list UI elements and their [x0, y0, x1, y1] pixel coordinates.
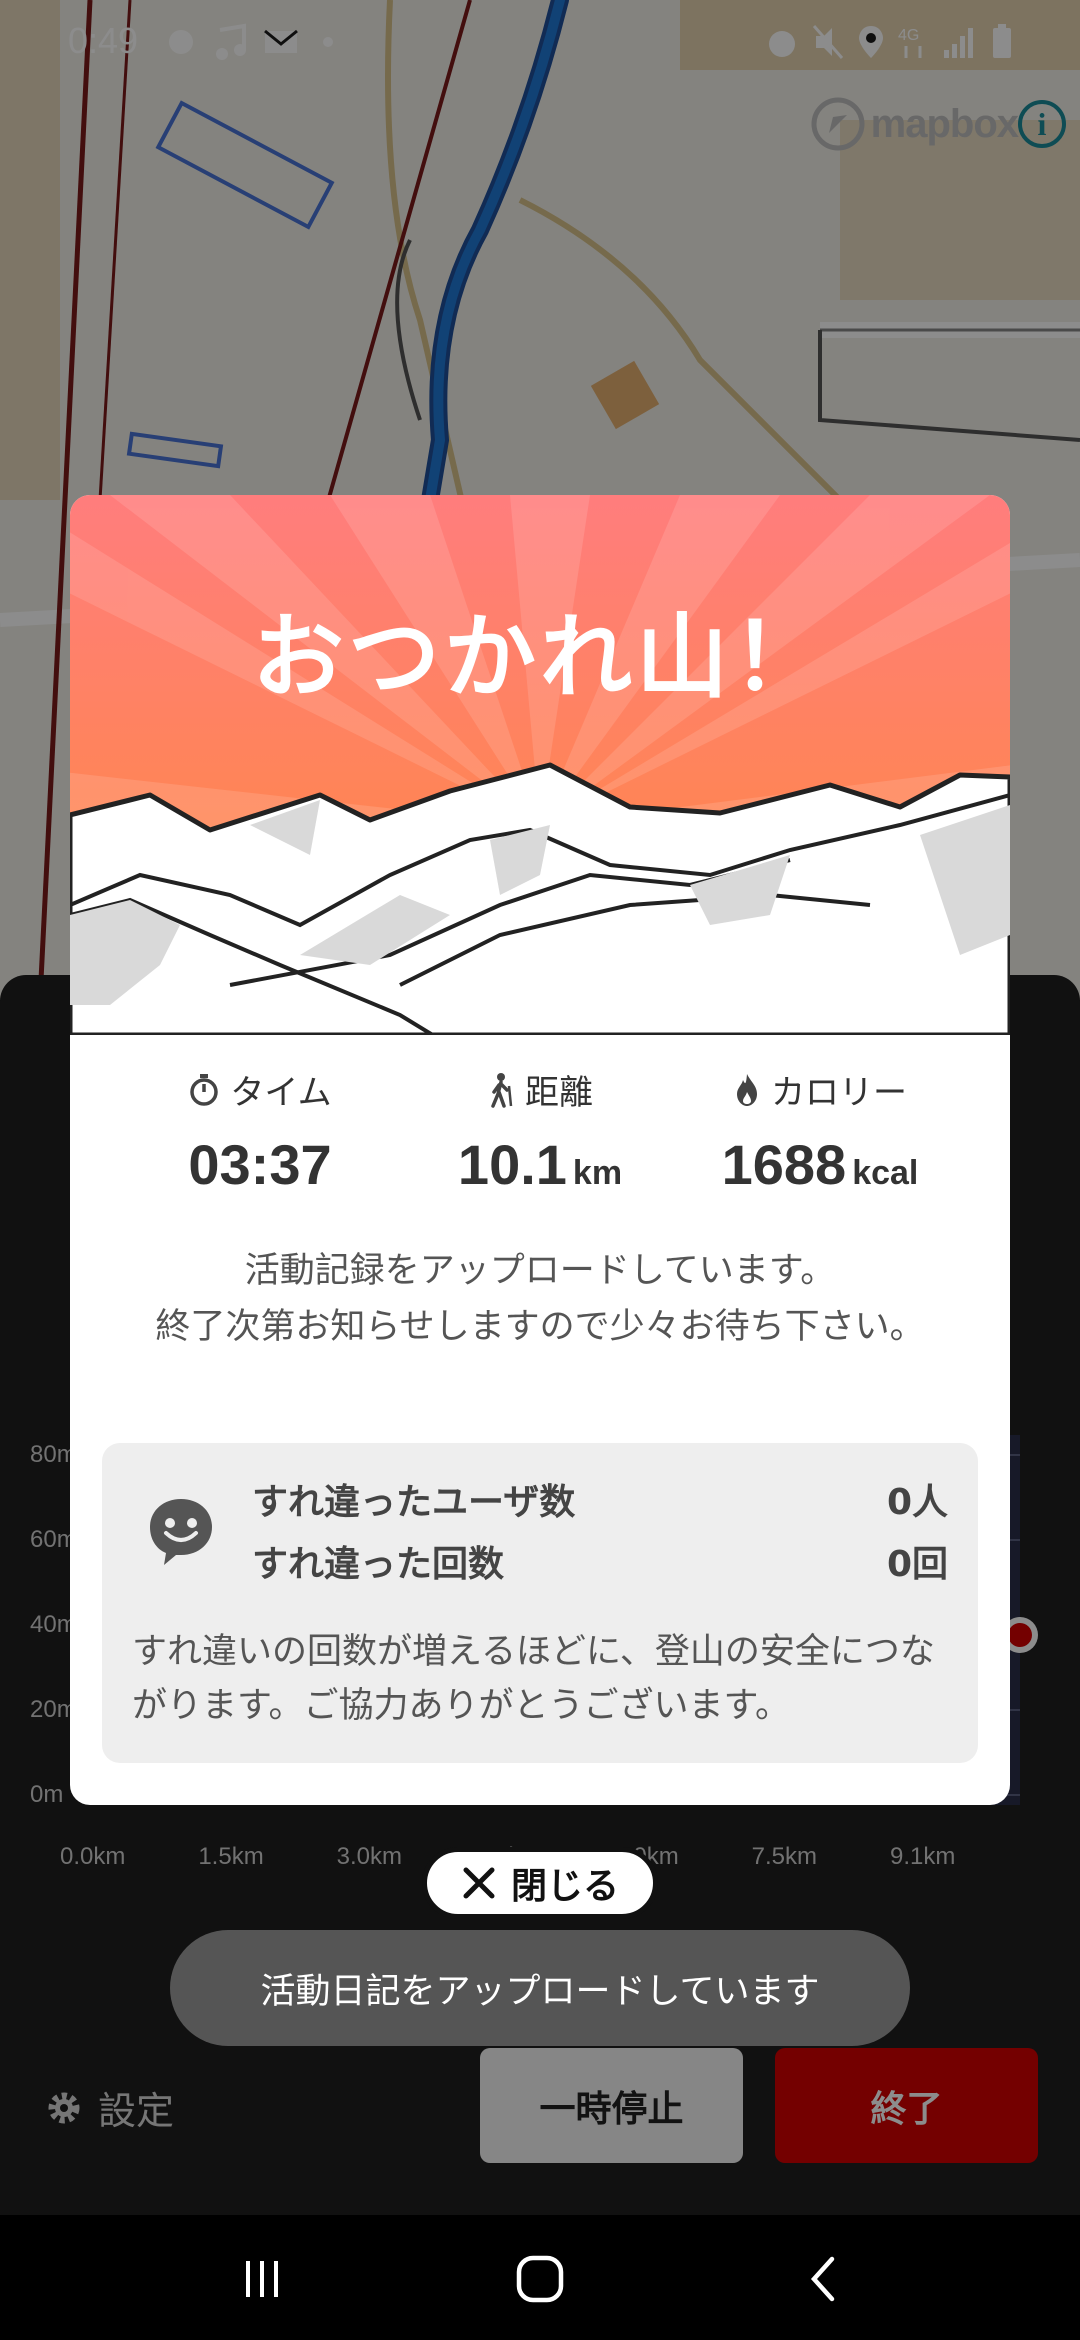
encounter-users-label: すれ違ったユーザ数 — [252, 1482, 576, 1523]
back-icon[interactable] — [804, 2253, 844, 2305]
summit-congrats-dialog: おつかれ山！ タイム 03:37 距離 10.1 km カロリー 1688 kcal — [70, 495, 1010, 1805]
activity-stats: タイム 03:37 距離 10.1 km カロリー 1688 kcal — [70, 1065, 1010, 1197]
encounter-users-value: 0人 — [886, 1482, 948, 1523]
encounter-note: すれ違いの回数が増えるほどに、登山の安全につながります。ご協力ありがとうございま… — [132, 1632, 935, 1726]
dialog-title: おつかれ山！ — [251, 604, 828, 711]
encounter-users-row: すれ違ったユーザ数 0人 — [252, 1473, 948, 1525]
upload-message-line2: 終了次第お知らせしますので少々お待ち下さい。 — [155, 1307, 925, 1347]
stat-distance-value: 10.1 km — [457, 1133, 623, 1196]
stat-calories-label: カロリー — [771, 1073, 907, 1113]
stat-calories-unit: kcal — [852, 1154, 919, 1192]
encounter-count-row: すれ違った回数 0回 — [252, 1535, 948, 1587]
smile-chat-icon — [150, 1499, 212, 1565]
stopwatch-icon — [190, 1073, 219, 1106]
encounter-count-value: 0回 — [886, 1544, 948, 1585]
close-icon — [463, 1867, 495, 1899]
stat-time: タイム 03:37 — [110, 1065, 410, 1197]
encounter-summary: すれ違ったユーザ数 0人 すれ違った回数 0回 すれ違いの回数が増えるほどに、登… — [102, 1443, 978, 1763]
upload-message-line1: 活動記録をアップロードしています。 — [244, 1251, 836, 1291]
flame-icon — [737, 1073, 757, 1106]
stat-calories: カロリー 1688 kcal — [670, 1065, 970, 1197]
mountain-illustration — [70, 495, 1010, 1072]
stat-distance-label: 距離 — [525, 1073, 593, 1113]
system-nav-bar — [0, 2215, 1080, 2340]
stat-distance: 距離 10.1 km — [390, 1065, 690, 1197]
close-label: 閉じる — [510, 1866, 619, 1907]
hiker-icon — [491, 1072, 513, 1108]
stat-time-value: 03:37 — [188, 1133, 332, 1196]
upload-message: 活動記録をアップロードしています。 終了次第お知らせしますので少々お待ち下さい。 — [150, 1243, 930, 1355]
encounter-count-label: すれ違った回数 — [252, 1544, 505, 1585]
recent-apps-icon[interactable] — [238, 2255, 286, 2303]
dialog-header: おつかれ山！ — [70, 495, 1010, 1072]
stat-distance-unit: km — [572, 1154, 623, 1192]
upload-toast: 活動日記をアップロードしています — [170, 1930, 910, 2046]
home-icon[interactable] — [514, 2253, 566, 2305]
stat-time-label: タイム — [230, 1073, 332, 1113]
close-button[interactable]: 閉じる — [422, 1847, 658, 1919]
stat-calories-value: 1688 kcal — [721, 1133, 919, 1196]
